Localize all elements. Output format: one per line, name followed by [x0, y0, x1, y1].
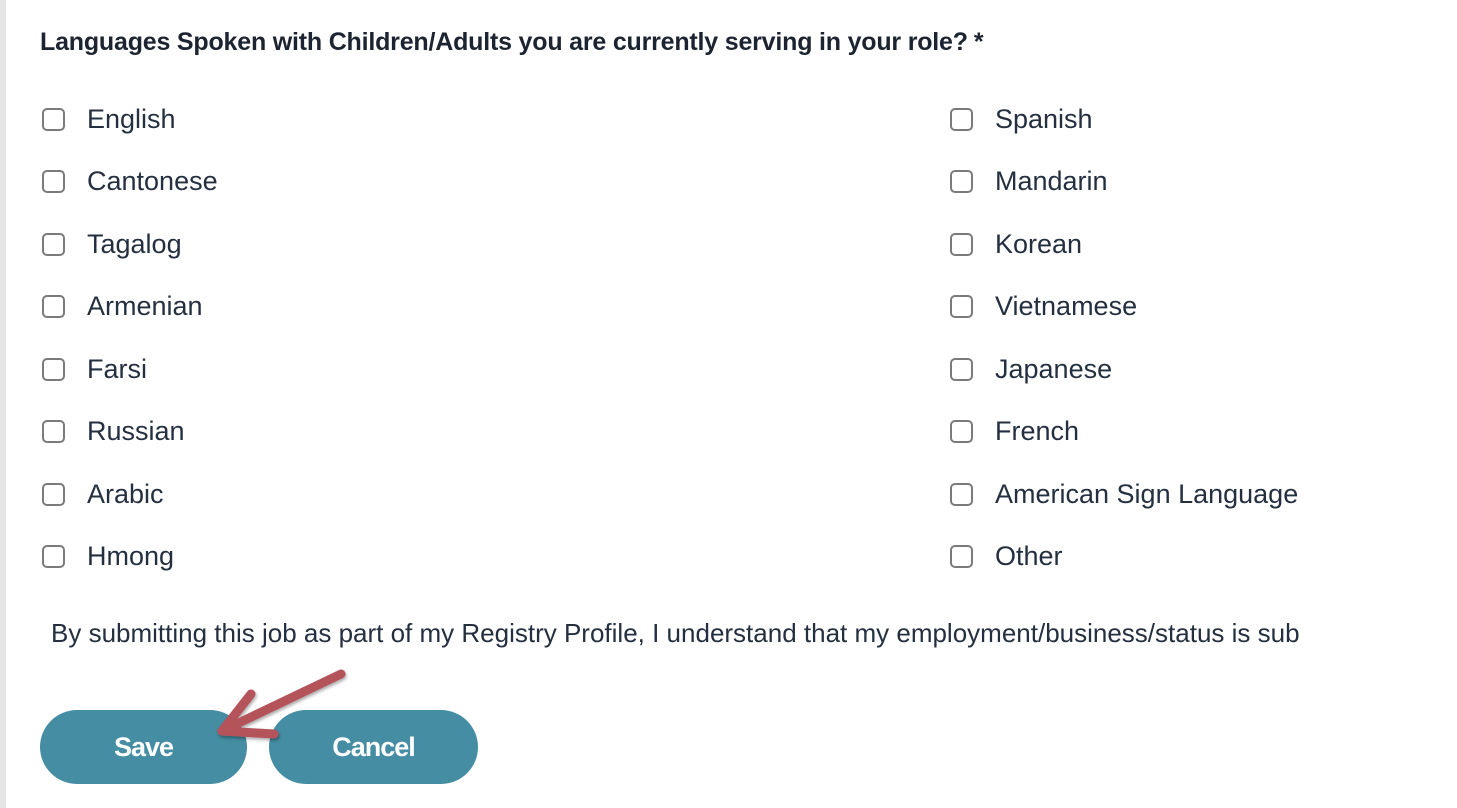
checkbox[interactable]	[950, 483, 973, 506]
checkbox-option-russian[interactable]: Russian	[42, 416, 185, 447]
checkbox-option-vietnamese[interactable]: Vietnamese	[950, 291, 1137, 322]
cancel-button[interactable]: Cancel	[269, 710, 478, 784]
checkbox-option-spanish[interactable]: Spanish	[950, 104, 1093, 135]
required-marker: *	[973, 28, 984, 56]
option-label: Other	[995, 541, 1063, 571]
save-button[interactable]: Save	[40, 710, 247, 784]
checkbox[interactable]	[42, 358, 65, 381]
checkbox-option-armenian[interactable]: Armenian	[42, 291, 203, 322]
checkbox[interactable]	[950, 358, 973, 381]
checkbox-option-tagalog[interactable]: Tagalog	[42, 229, 182, 260]
option-label: Japanese	[995, 354, 1113, 384]
checkbox[interactable]	[42, 233, 65, 256]
option-label: Russian	[87, 416, 185, 446]
checkbox-option-arabic[interactable]: Arabic	[42, 479, 164, 510]
checkbox[interactable]	[42, 295, 65, 318]
option-label: Armenian	[87, 291, 203, 321]
checkbox[interactable]	[42, 545, 65, 568]
checkbox-option-korean[interactable]: Korean	[950, 229, 1082, 260]
checkbox[interactable]	[42, 108, 65, 131]
checkbox-option-french[interactable]: French	[950, 416, 1079, 447]
checkbox-option-other[interactable]: Other	[950, 541, 1063, 572]
checkbox-option-japanese[interactable]: Japanese	[950, 354, 1112, 385]
option-label: Spanish	[995, 104, 1093, 134]
left-border	[0, 0, 6, 808]
option-label: Vietnamese	[995, 291, 1138, 321]
checkbox[interactable]	[950, 545, 973, 568]
option-label: French	[995, 416, 1080, 446]
checkbox[interactable]	[950, 295, 973, 318]
checkbox[interactable]	[42, 483, 65, 506]
checkbox-option-farsi[interactable]: Farsi	[42, 354, 147, 385]
checkbox[interactable]	[950, 233, 973, 256]
option-label: Tagalog	[87, 229, 182, 259]
checkbox[interactable]	[950, 170, 973, 193]
option-label: Arabic	[87, 479, 164, 509]
checkbox-option-mandarin[interactable]: Mandarin	[950, 166, 1108, 197]
checkbox[interactable]	[42, 420, 65, 443]
checkbox-option-english[interactable]: English	[42, 104, 176, 135]
checkbox-option-cantonese[interactable]: Cantonese	[42, 166, 218, 197]
checkbox[interactable]	[950, 420, 973, 443]
option-label: Mandarin	[995, 166, 1108, 196]
option-label: Cantonese	[87, 166, 218, 196]
question-text: Languages Spoken with Children/Adults yo…	[40, 28, 968, 56]
checkbox-option-hmong[interactable]: Hmong	[42, 541, 174, 572]
checkbox-option-asl[interactable]: American Sign Language	[950, 479, 1298, 510]
disclaimer-text: By submitting this job as part of my Reg…	[51, 618, 1300, 648]
option-label: Hmong	[87, 541, 175, 571]
checkbox[interactable]	[42, 170, 65, 193]
option-label: Farsi	[87, 354, 147, 384]
checkbox[interactable]	[950, 108, 973, 131]
question-label: Languages Spoken with Children/Adults yo…	[40, 28, 984, 57]
option-label: American Sign Language	[995, 479, 1299, 509]
option-label: English	[87, 104, 176, 134]
option-label: Korean	[995, 229, 1083, 259]
